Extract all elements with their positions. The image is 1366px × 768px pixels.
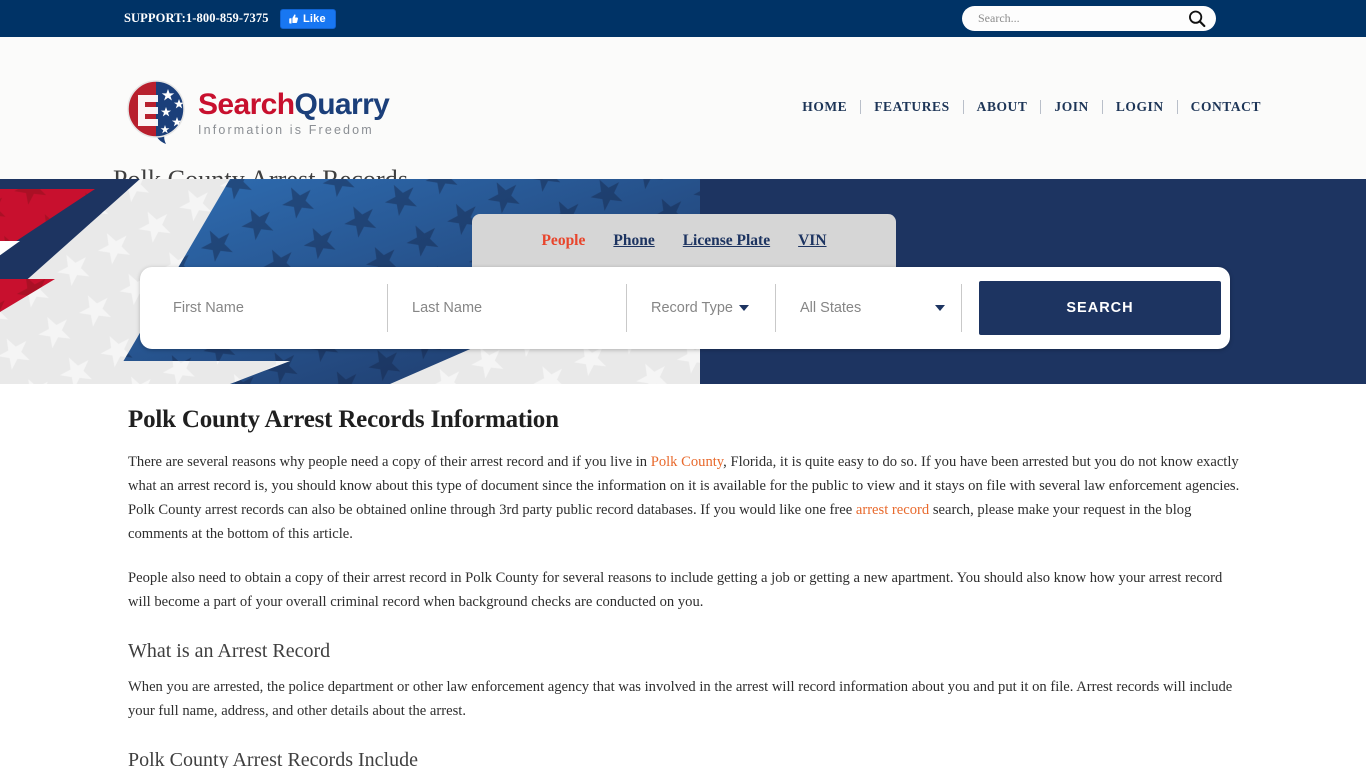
tab-people[interactable]: People (541, 232, 585, 250)
article-heading: Polk County Arrest Records Information (128, 406, 559, 433)
arrest-record-link[interactable]: arrest record (856, 502, 929, 518)
logo-word-quarry: Quarry (294, 87, 390, 121)
nav-item-login[interactable]: LOGIN (1103, 99, 1177, 115)
polk-county-link[interactable]: Polk County (651, 454, 723, 470)
facebook-like-button[interactable]: Like (280, 9, 336, 29)
logo-tagline: Information is Freedom (198, 122, 374, 137)
chevron-down-icon (738, 305, 749, 311)
search-icon[interactable] (1186, 8, 1208, 30)
record-type-select[interactable]: Record Type (639, 300, 775, 316)
hero-banner: People Phone License Plate VIN Record Ty… (0, 179, 1366, 384)
site-header: SearchQuarry Information is Freedom HOME… (0, 37, 1366, 194)
searchquarry-badge-icon (127, 80, 185, 144)
main-navigation: HOME FEATURES ABOUT JOIN LOGIN CONTACT (789, 99, 1274, 115)
record-type-label: Record Type (651, 300, 733, 316)
state-field[interactable]: All States (776, 279, 961, 337)
nav-item-features[interactable]: FEATURES (861, 99, 962, 115)
last-name-input[interactable] (400, 300, 626, 316)
search-type-tabs: People Phone License Plate VIN (472, 214, 896, 269)
state-label: All States (800, 300, 862, 316)
article-paragraph-3: When you are arrested, the police depart… (128, 679, 1233, 719)
state-select[interactable]: All States (788, 300, 961, 316)
nav-item-home[interactable]: HOME (789, 99, 860, 115)
site-search-box[interactable] (962, 6, 1216, 31)
search-form: Record Type All States SEARCH (140, 267, 1230, 349)
field-divider (961, 284, 962, 332)
support-phone-label: SUPPORT:1-800-859-7375 (124, 11, 269, 25)
search-button[interactable]: SEARCH (979, 281, 1221, 335)
article-subheading-2: Polk County Arrest Records Include (128, 749, 418, 768)
article-paragraph-2: People also need to obtain a copy of the… (128, 570, 1223, 610)
article-paragraph-1: There are several reasons why people nee… (128, 450, 1246, 546)
record-type-field[interactable]: Record Type (627, 279, 775, 337)
logo-wordmark: SearchQuarry Information is Freedom (198, 87, 390, 137)
tab-vin[interactable]: VIN (798, 232, 826, 250)
people-search-widget: People Phone License Plate VIN Record Ty… (140, 214, 1230, 349)
top-support-bar: SUPPORT:1-800-859-7375 Like (0, 0, 1366, 37)
chevron-down-icon (935, 305, 945, 311)
facebook-like-label: Like (303, 13, 326, 25)
nav-item-contact[interactable]: CONTACT (1178, 99, 1274, 115)
logo-word-search: Search (198, 87, 295, 121)
nav-item-about[interactable]: ABOUT (964, 99, 1041, 115)
article-content: Polk County Arrest Records Information T… (0, 384, 1366, 768)
first-name-field[interactable] (149, 279, 387, 337)
tab-phone[interactable]: Phone (613, 232, 654, 250)
last-name-field[interactable] (388, 279, 626, 337)
thumbs-up-icon (289, 14, 298, 24)
paragraph-1-text-a: There are several reasons why people nee… (128, 454, 651, 470)
first-name-input[interactable] (161, 300, 387, 316)
site-logo[interactable]: SearchQuarry Information is Freedom (124, 79, 390, 145)
tab-license-plate[interactable]: License Plate (683, 232, 770, 250)
nav-item-join[interactable]: JOIN (1041, 99, 1101, 115)
article-subheading-1: What is an Arrest Record (128, 640, 331, 662)
site-search-input[interactable] (976, 10, 1186, 27)
